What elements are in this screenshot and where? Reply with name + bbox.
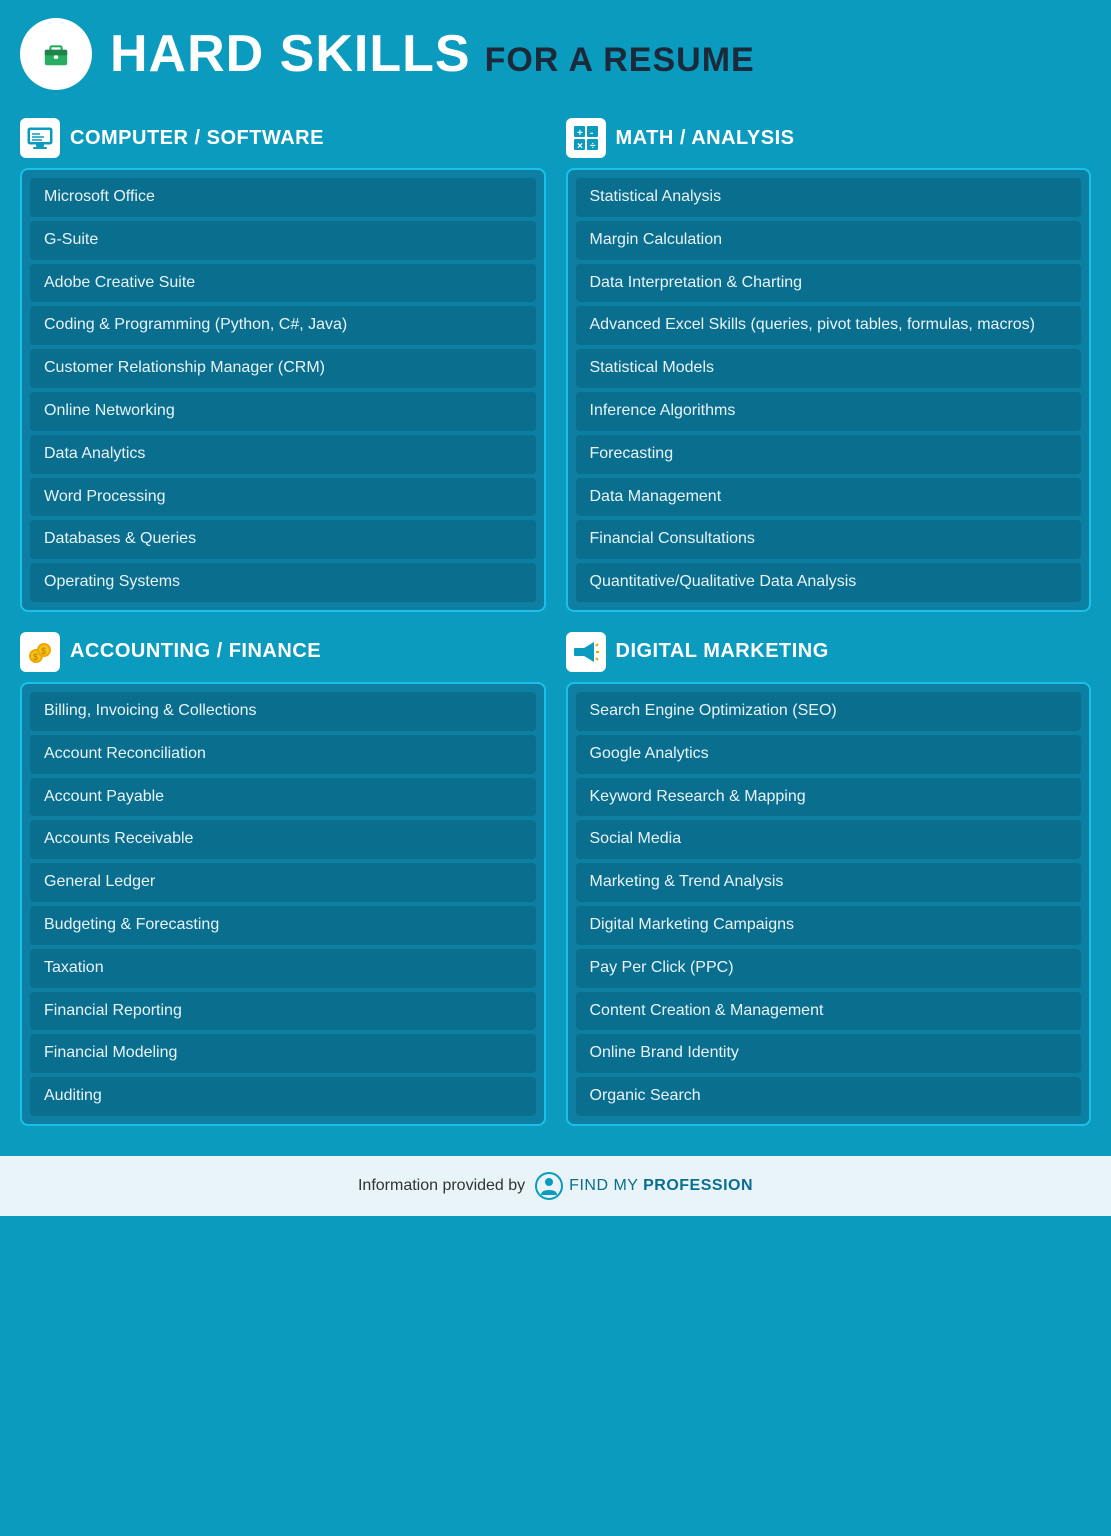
skill-item: Budgeting & Forecasting <box>30 906 536 945</box>
skill-item: Organic Search <box>576 1077 1082 1116</box>
skill-item: Operating Systems <box>30 563 536 602</box>
findmyprofession-icon <box>535 1172 563 1200</box>
section-digital-marketing: DIGITAL MARKETING Search Engine Optimizat… <box>566 632 1092 1126</box>
skill-item: Accounts Receivable <box>30 820 536 859</box>
svg-text:×: × <box>577 141 583 152</box>
section-header-accounting-finance: $ $ ACCOUNTING / FINANCE <box>20 632 546 672</box>
page-header: HARD SKILLS FOR A RESUME <box>0 0 1111 108</box>
skill-item: Online Brand Identity <box>576 1034 1082 1073</box>
section-card-accounting-finance: Billing, Invoicing & Collections Account … <box>20 682 546 1126</box>
section-math-analysis: + - ÷ × MATH / ANALYSIS Statistical Analy… <box>566 118 1092 612</box>
skill-item: Billing, Invoicing & Collections <box>30 692 536 731</box>
section-accounting-finance: $ $ ACCOUNTING / FINANCE Billing, Invoici… <box>20 632 546 1126</box>
skill-item: Pay Per Click (PPC) <box>576 949 1082 988</box>
svg-text:÷: ÷ <box>590 141 596 152</box>
skill-item: Forecasting <box>576 435 1082 474</box>
svg-text:$: $ <box>33 652 38 662</box>
footer-logo: FIND MY PROFESSION <box>535 1172 753 1200</box>
computer-icon <box>20 118 60 158</box>
header-icon-container <box>20 18 92 90</box>
math-icon: + - ÷ × <box>566 118 606 158</box>
skill-item: Coding & Programming (Python, C#, Java) <box>30 306 536 345</box>
svg-text:+: + <box>577 128 583 139</box>
skill-item: Keyword Research & Mapping <box>576 778 1082 817</box>
section-title-math-analysis: MATH / ANALYSIS <box>616 127 795 150</box>
skill-item: Statistical Analysis <box>576 178 1082 217</box>
skill-item: Customer Relationship Manager (CRM) <box>30 349 536 388</box>
skill-item: Statistical Models <box>576 349 1082 388</box>
skill-item: Search Engine Optimization (SEO) <box>576 692 1082 731</box>
skill-item: Social Media <box>576 820 1082 859</box>
skill-item: Quantitative/Qualitative Data Analysis <box>576 563 1082 602</box>
skill-item: Online Networking <box>30 392 536 431</box>
skill-item: Marketing & Trend Analysis <box>576 863 1082 902</box>
skill-item: Advanced Excel Skills (queries, pivot ta… <box>576 306 1082 345</box>
skill-item: Financial Modeling <box>30 1034 536 1073</box>
header-title-group: HARD SKILLS FOR A RESUME <box>110 24 755 84</box>
skill-item: General Ledger <box>30 863 536 902</box>
skill-item: Inference Algorithms <box>576 392 1082 431</box>
skill-item: Microsoft Office <box>30 178 536 217</box>
skill-item: G-Suite <box>30 221 536 260</box>
header-title-sub: FOR A RESUME <box>485 41 755 80</box>
skill-item: Financial Consultations <box>576 520 1082 559</box>
section-computer-software: COMPUTER / SOFTWARE Microsoft Office G-Sui… <box>20 118 546 612</box>
main-content: COMPUTER / SOFTWARE Microsoft Office G-Sui… <box>0 108 1111 1146</box>
section-card-computer-software: Microsoft Office G-Suite Adobe Creative Su… <box>20 168 546 612</box>
skill-item: Data Analytics <box>30 435 536 474</box>
skill-item: Adobe Creative Suite <box>30 264 536 303</box>
section-card-digital-marketing: Search Engine Optimization (SEO) Google A… <box>566 682 1092 1126</box>
section-title-digital-marketing: DIGITAL MARKETING <box>616 640 829 663</box>
section-header-digital-marketing: DIGITAL MARKETING <box>566 632 1092 672</box>
skill-item: Account Payable <box>30 778 536 817</box>
footer-text: Information provided by <box>358 1177 525 1195</box>
megaphone-icon <box>566 632 606 672</box>
svg-text:$: $ <box>41 646 46 656</box>
skill-item: Content Creation & Management <box>576 992 1082 1031</box>
skill-item: Digital Marketing Campaigns <box>576 906 1082 945</box>
section-header-math-analysis: + - ÷ × MATH / ANALYSIS <box>566 118 1092 158</box>
section-title-computer-software: COMPUTER / SOFTWARE <box>70 127 324 150</box>
skill-item: Data Management <box>576 478 1082 517</box>
skill-item: Margin Calculation <box>576 221 1082 260</box>
skill-item: Financial Reporting <box>30 992 536 1031</box>
section-card-math-analysis: Statistical Analysis Margin Calculation Da… <box>566 168 1092 612</box>
skill-item: Databases & Queries <box>30 520 536 559</box>
skill-item: Taxation <box>30 949 536 988</box>
skill-item: Auditing <box>30 1077 536 1116</box>
coins-icon: $ $ <box>20 632 60 672</box>
section-title-accounting-finance: ACCOUNTING / FINANCE <box>70 640 321 663</box>
sections-grid: COMPUTER / SOFTWARE Microsoft Office G-Sui… <box>20 118 1091 1126</box>
skill-item: Word Processing <box>30 478 536 517</box>
skill-item: Account Reconciliation <box>30 735 536 774</box>
page-footer: Information provided by FIND MY PROFESSI… <box>0 1156 1111 1216</box>
footer-brand: FIND MY PROFESSION <box>569 1177 753 1195</box>
skill-item: Data Interpretation & Charting <box>576 264 1082 303</box>
header-title-main: HARD SKILLS <box>110 24 471 84</box>
skill-item: Google Analytics <box>576 735 1082 774</box>
briefcase-icon <box>42 40 70 68</box>
svg-text:-: - <box>590 128 593 139</box>
section-header-computer-software: COMPUTER / SOFTWARE <box>20 118 546 158</box>
